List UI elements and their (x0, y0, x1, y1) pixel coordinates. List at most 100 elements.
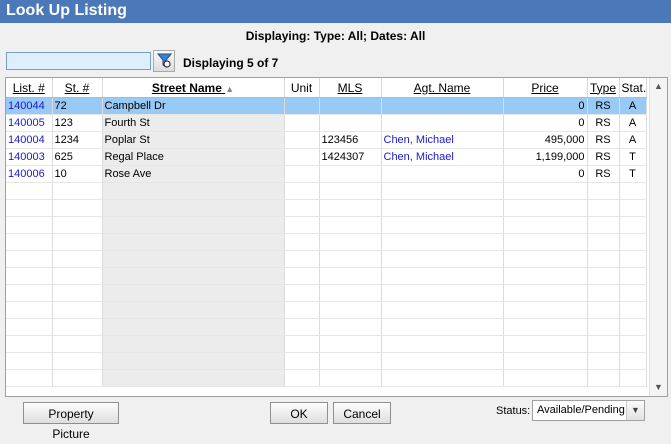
cell-list-no (6, 233, 53, 251)
cell-mls: 1424307 (319, 148, 382, 166)
cell-price (503, 199, 588, 217)
cell-type (587, 199, 620, 217)
cell-status (619, 369, 647, 387)
cell-unit (284, 216, 320, 234)
cell-list-no (6, 267, 53, 285)
empty-row (6, 335, 647, 353)
cell-price (503, 250, 588, 268)
empty-row (6, 318, 647, 336)
cell-unit (284, 97, 320, 115)
cell-st-no (52, 233, 103, 251)
cell-mls (319, 233, 382, 251)
cell-unit (284, 131, 320, 149)
cell-status (619, 233, 647, 251)
cell-street-name: Rose Ave (102, 165, 285, 183)
cell-street-name (102, 352, 285, 370)
cell-list-no[interactable]: 140004 (6, 131, 53, 149)
cell-price (503, 233, 588, 251)
cell-mls (319, 182, 382, 200)
table-row[interactable]: 140004 1234 Poplar St 123456 Chen, Michael 49… (6, 131, 647, 149)
cell-list-no[interactable]: 140006 (6, 165, 53, 183)
vertical-scrollbar[interactable]: ▲ ▼ (649, 78, 667, 396)
table-row[interactable]: 140044 72 Campbell Dr 0 RS A (6, 97, 647, 115)
listing-grid[interactable]: List. # St. # Street Name ▲ Unit MLS Agt… (5, 77, 668, 397)
cell-st-no (52, 216, 103, 234)
col-header-mls[interactable]: MLS (319, 78, 382, 98)
status-select-value: Available/Pending (537, 404, 625, 416)
cell-mls: 123456 (319, 131, 382, 149)
cell-street-name: Poplar St (102, 131, 285, 149)
cell-mls (319, 318, 382, 336)
col-header-agent-name[interactable]: Agt. Name (381, 78, 504, 98)
cell-agent-name (381, 114, 504, 132)
cell-street-name (102, 335, 285, 353)
search-input[interactable] (6, 52, 151, 70)
cell-status: T (619, 165, 647, 183)
cell-st-no (52, 369, 103, 387)
status-label: Status: (496, 405, 531, 417)
cell-mls (319, 216, 382, 234)
cell-st-no (52, 267, 103, 285)
cell-unit (284, 199, 320, 217)
title-bar: Look Up Listing (0, 0, 671, 23)
cell-list-no (6, 182, 53, 200)
cell-type (587, 352, 620, 370)
cell-st-no (52, 250, 103, 268)
cell-mls (319, 284, 382, 302)
cell-list-no[interactable]: 140005 (6, 114, 53, 132)
col-header-st-no[interactable]: St. # (52, 78, 103, 98)
cell-status (619, 284, 647, 302)
empty-row (6, 233, 647, 251)
cell-type: RS (587, 114, 620, 132)
status-select[interactable]: Available/Pending ▼ (532, 400, 645, 421)
cell-type: RS (587, 165, 620, 183)
cancel-button[interactable]: Cancel (333, 402, 391, 424)
cell-status (619, 267, 647, 285)
cell-street-name (102, 233, 285, 251)
col-header-street-name[interactable]: Street Name ▲ (102, 78, 285, 98)
header-row: List. # St. # Street Name ▲ Unit MLS Agt… (6, 78, 647, 98)
cell-st-no: 1234 (52, 131, 103, 149)
col-header-unit[interactable]: Unit (284, 78, 320, 98)
cell-type (587, 267, 620, 285)
table-row[interactable]: 140005 123 Fourth St 0 RS A (6, 114, 647, 132)
cell-list-no[interactable]: 140044 (6, 97, 53, 115)
cell-st-no (52, 284, 103, 302)
col-header-price[interactable]: Price (503, 78, 588, 98)
ok-button[interactable]: OK (270, 402, 328, 424)
cell-list-no (6, 335, 53, 353)
cell-status (619, 301, 647, 319)
cell-st-no (52, 352, 103, 370)
cell-mls (319, 97, 382, 115)
col-header-list-no[interactable]: List. # (6, 78, 53, 98)
cell-st-no (52, 301, 103, 319)
cell-list-no[interactable]: 140003 (6, 148, 53, 166)
cell-agent-name (381, 284, 504, 302)
cell-mls (319, 335, 382, 353)
cell-price (503, 267, 588, 285)
cell-status (619, 182, 647, 200)
cell-mls (319, 165, 382, 183)
empty-row (6, 199, 647, 217)
search-button[interactable] (153, 50, 175, 72)
cell-st-no: 123 (52, 114, 103, 132)
col-header-type[interactable]: Type (587, 78, 620, 98)
cell-agent-name[interactable]: Chen, Michael (381, 131, 504, 149)
cell-type (587, 284, 620, 302)
cell-agent-name (381, 267, 504, 285)
scroll-down-icon[interactable]: ▼ (650, 379, 667, 396)
cell-price (503, 318, 588, 336)
cell-type (587, 182, 620, 200)
table-row[interactable]: 140006 10 Rose Ave 0 RS T (6, 165, 647, 183)
cell-agent-name (381, 233, 504, 251)
cell-street-name (102, 301, 285, 319)
cell-mls (319, 352, 382, 370)
cell-mls (319, 250, 382, 268)
table-row[interactable]: 140003 625 Regal Place 1424307 Chen, Michael… (6, 148, 647, 166)
cell-agent-name[interactable]: Chen, Michael (381, 148, 504, 166)
col-header-status[interactable]: Stat. (619, 78, 647, 98)
empty-row (6, 369, 647, 387)
scroll-up-icon[interactable]: ▲ (650, 78, 667, 95)
property-picture-button[interactable]: Property Picture (23, 402, 119, 441)
cell-unit (284, 148, 320, 166)
